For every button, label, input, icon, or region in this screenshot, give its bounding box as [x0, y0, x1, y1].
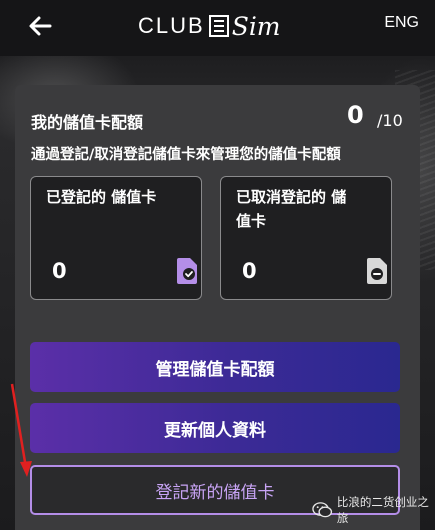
unregistered-cards-stat: 已取消登記的 儲值卡 0	[220, 176, 392, 300]
manage-quota-button[interactable]: 管理儲值卡配額	[30, 342, 400, 392]
unregistered-cards-count: 0	[242, 259, 257, 283]
logo-club-text: CLUB	[138, 13, 205, 38]
quota-count: 0	[347, 101, 364, 129]
watermark: 比浪的二货创业之旅	[312, 495, 435, 525]
club-sim-logo: CLUB Sim	[138, 10, 281, 42]
logo-mark-icon	[208, 15, 229, 37]
sim-card-minus-icon	[367, 258, 387, 284]
red-annotation-arrow-icon	[10, 383, 32, 477]
registered-cards-count: 0	[52, 259, 67, 283]
registered-cards-stat: 已登記的 儲值卡 0	[30, 176, 202, 300]
quota-title: 我的儲值卡配額	[31, 113, 144, 132]
quota-total: /10	[377, 111, 403, 130]
wechat-icon	[312, 502, 333, 518]
update-profile-button[interactable]: 更新個人資料	[30, 403, 400, 453]
unregistered-cards-label: 已取消登記的 儲值卡	[236, 188, 347, 230]
quota-description: 通過登記/取消登記儲值卡來管理您的儲值卡配額	[31, 147, 341, 163]
arrow-left-icon	[29, 16, 52, 36]
language-toggle-button[interactable]: ENG	[384, 14, 419, 32]
top-bar: CLUB Sim ENG	[0, 0, 435, 56]
stored-value-card-quota-panel: 我的儲值卡配額 0 /10 通過登記/取消登記儲值卡來管理您的儲值卡配額 已登記…	[15, 85, 420, 530]
logo-sim-text: Sim	[231, 11, 281, 41]
sim-card-check-icon	[177, 258, 197, 284]
watermark-text: 比浪的二货创业之旅	[336, 495, 429, 525]
back-button[interactable]	[26, 12, 56, 40]
registered-cards-label: 已登記的 儲值卡	[46, 188, 157, 206]
